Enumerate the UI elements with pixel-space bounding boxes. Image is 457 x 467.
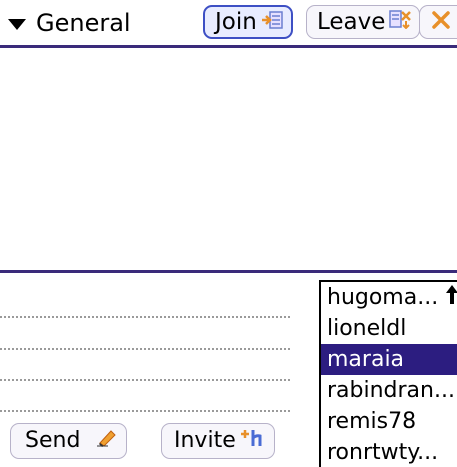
user-list[interactable]: hugoma... lioneldl maraia rabindran... r… [319, 280, 457, 467]
compose-line[interactable] [0, 316, 290, 318]
invite-button[interactable]: Invite [161, 423, 275, 459]
user-list-item[interactable]: rabindran... [321, 375, 457, 406]
invite-label: Invite [174, 428, 236, 453]
message-divider [0, 270, 457, 273]
join-icon [261, 7, 283, 37]
message-area[interactable] [0, 48, 457, 270]
user-list-item[interactable]: ronrtwty... [321, 437, 457, 467]
leave-button[interactable]: Leave [306, 5, 421, 39]
send-label: Send [25, 428, 81, 453]
scroll-up-arrow-icon[interactable] [445, 284, 457, 306]
join-button[interactable]: Join [203, 5, 293, 39]
triangle-down-icon [8, 18, 26, 30]
channel-name: General [36, 9, 131, 37]
join-label: Join [215, 9, 257, 35]
user-list-item[interactable]: lioneldl [321, 313, 457, 344]
compose-line[interactable] [0, 410, 290, 412]
leave-icon [389, 7, 412, 37]
compose-line[interactable] [0, 379, 290, 381]
header-bar: General Join Leave [0, 0, 457, 48]
user-list-item[interactable]: remis78 [321, 406, 457, 437]
compose-line[interactable] [0, 348, 290, 350]
close-icon [432, 7, 450, 37]
add-user-icon [240, 426, 266, 457]
user-list-item-selected[interactable]: maraia [321, 344, 457, 375]
leave-label: Leave [317, 9, 386, 35]
pencil-icon [96, 426, 118, 456]
close-button[interactable] [419, 5, 457, 39]
user-list-item[interactable]: hugoma... [321, 282, 457, 313]
send-button[interactable]: Send [10, 423, 128, 459]
channel-dropdown[interactable]: General [8, 8, 131, 38]
